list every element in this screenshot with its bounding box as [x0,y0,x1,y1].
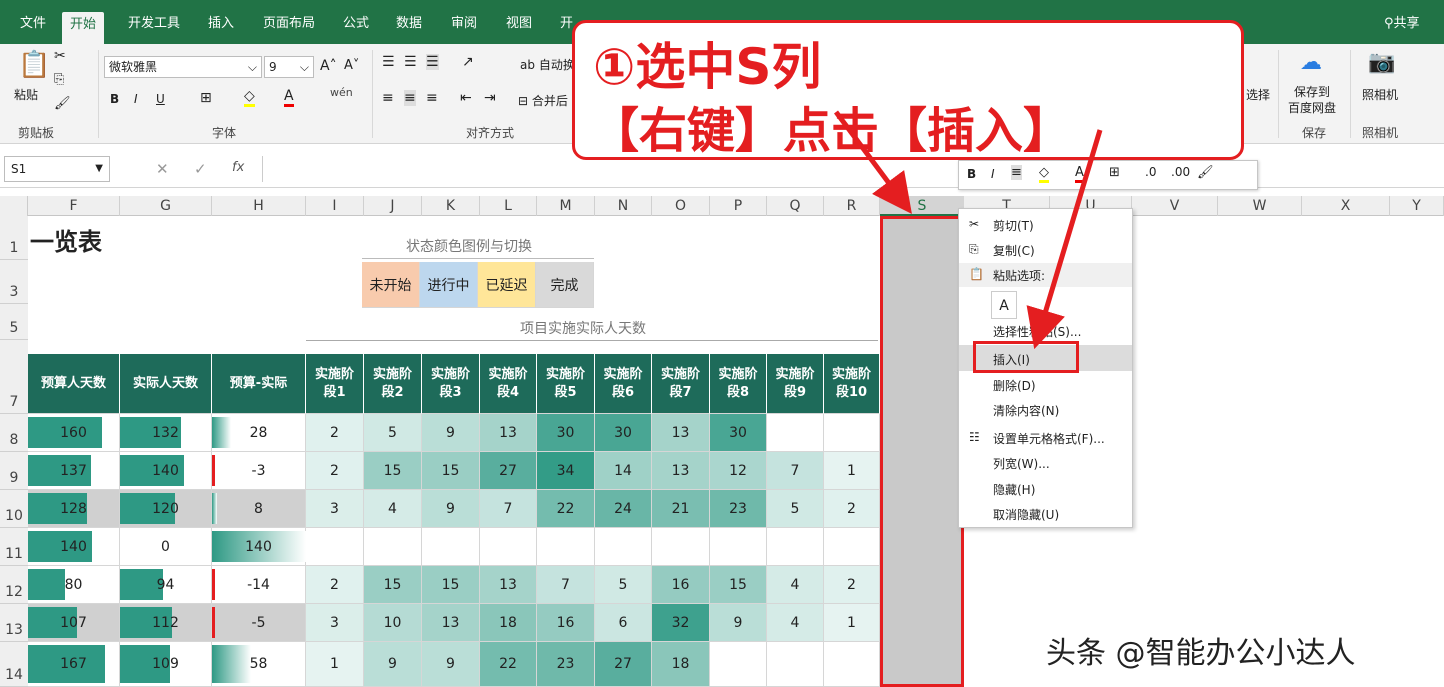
cell-value: 21 [671,500,690,517]
cell-value: 23 [729,500,747,517]
cell-value: 4 [790,576,800,593]
cell-value: 18 [671,656,690,672]
cell-value: 5 [618,576,628,593]
cell-value: 13 [671,424,690,441]
cell-value: 107 [60,614,87,631]
annotation-arrows [833,110,1103,350]
cell-value: 15 [383,462,402,479]
cell-value: 9 [446,500,455,517]
cell-value: 34 [556,462,575,479]
cell-value: 32 [671,614,690,631]
cell-value: 2 [330,424,339,441]
cell-value: 167 [60,656,87,672]
cell-value: 9 [446,424,455,441]
cell-value: 120 [152,500,179,517]
cell-value: 1 [847,462,856,479]
cell-value: 30 [556,424,575,441]
cell-value: 9 [388,656,397,672]
cell-value: 3 [330,614,339,631]
cell-value: 5 [388,424,397,441]
cell-value: 13 [441,614,460,631]
cell-value: 137 [60,462,87,479]
cell-value: 160 [60,424,87,441]
cell-value: 10 [383,614,402,631]
cell-value: 16 [556,614,575,631]
cell-value: 23 [556,656,575,672]
cell-value: 9 [733,614,743,631]
cell-value: 109 [152,656,179,672]
cell-value: 16 [671,576,690,593]
cell-value: 30 [729,424,747,441]
cell-value: 140 [152,462,179,479]
cell-value: 13 [499,424,517,441]
arrow-to-column-s [833,110,912,215]
cell-value: 27 [499,462,517,479]
cell-value: 30 [614,424,632,441]
cell-value: 12 [729,462,747,479]
cell-value: -3 [251,462,266,479]
cell-value: -5 [251,614,266,631]
cell-value: 27 [614,656,632,672]
cell-value: 24 [614,500,632,517]
cell-value: 28 [249,424,268,441]
cell-value: 80 [64,576,83,593]
cell-value: 112 [152,614,179,631]
cell-value: 5 [790,500,800,517]
cell-value: 8 [254,500,263,517]
cell-value: 22 [556,500,575,517]
cell-value: 0 [161,538,170,555]
cell-value: 15 [729,576,747,593]
cell-value: 3 [330,500,339,517]
cell-value: 7 [503,500,513,517]
cell-value: -14 [247,576,270,593]
cell-value: 6 [618,614,628,631]
cell-value: 140 [245,538,272,555]
cell-value: 15 [383,576,402,593]
cell-value: 13 [671,462,690,479]
cell-value: 7 [790,462,800,479]
cell-value: 2 [330,462,339,479]
cell-value: 14 [614,462,632,479]
cell-value: 58 [249,656,268,672]
cell-value: 9 [446,656,455,672]
cell-value: 2 [330,576,339,593]
cell-value: 2 [847,500,856,517]
cell-value: 2 [847,576,856,593]
cell-value: 132 [152,424,179,441]
cell-value: 22 [499,656,517,672]
cell-value: 7 [561,576,570,593]
cell-value: 1 [847,614,856,631]
watermark: 头条 @智能办公小达人 [1046,636,1356,671]
cell-value: 128 [60,500,87,517]
arrow-to-insert [1026,129,1103,350]
cell-value: 15 [441,462,460,479]
cell-value: 4 [388,500,397,517]
cell-value: 1 [330,656,339,672]
cell-value: 15 [441,576,460,593]
cell-value: 13 [499,576,517,593]
cell-value: 18 [499,614,517,631]
cell-value: 140 [60,538,87,555]
cell-value: 94 [156,576,175,593]
cell-value: 4 [790,614,800,631]
